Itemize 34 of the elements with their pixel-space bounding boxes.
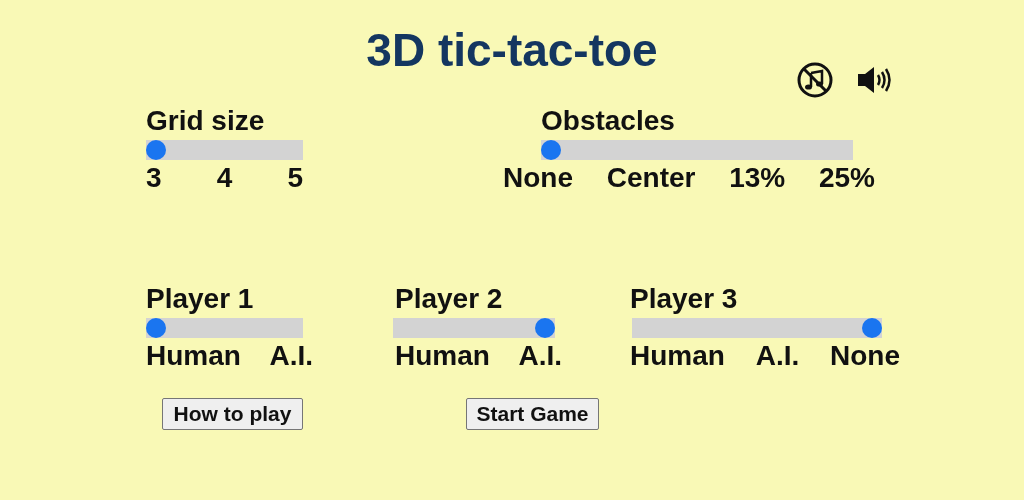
slider-track[interactable]	[146, 318, 303, 338]
start-button[interactable]: Start Game	[466, 398, 599, 430]
game-title: 3D tic-tac-toe	[366, 24, 658, 78]
music-off-icon[interactable]	[796, 62, 834, 98]
option-label: Human	[630, 340, 725, 372]
speaker-icon[interactable]	[856, 64, 894, 96]
slider-track[interactable]	[541, 140, 853, 160]
option-label: 13%	[729, 162, 786, 194]
player-label: Player 3	[630, 282, 738, 316]
option-label: None	[830, 340, 900, 372]
option-label: A.I.	[755, 340, 800, 372]
slider-thumb[interactable]	[535, 318, 555, 338]
option-label: A.I.	[518, 340, 562, 372]
player-label: Player 1	[146, 282, 254, 316]
option-label: Center	[606, 162, 696, 194]
option-label: 4	[216, 162, 233, 194]
slider-thumb[interactable]	[862, 318, 882, 338]
slider-track[interactable]	[393, 318, 555, 338]
option-label: A.I.	[269, 340, 313, 372]
option-label: None	[503, 162, 573, 194]
option-label: Human	[146, 340, 241, 372]
slider-thumb[interactable]	[146, 140, 166, 160]
player-label: Player 2	[395, 282, 503, 316]
setting-label: Grid size	[146, 104, 265, 138]
slider-track[interactable]	[146, 140, 303, 160]
option-label: 3	[146, 162, 162, 194]
option-label: 25%	[818, 162, 875, 194]
help-button[interactable]: How to play	[162, 398, 303, 430]
slider-track[interactable]	[632, 318, 882, 338]
setting-label: Obstacles	[541, 104, 675, 138]
option-label: 5	[287, 162, 303, 194]
slider-thumb[interactable]	[146, 318, 166, 338]
slider-thumb[interactable]	[541, 140, 561, 160]
option-label: Human	[395, 340, 490, 372]
